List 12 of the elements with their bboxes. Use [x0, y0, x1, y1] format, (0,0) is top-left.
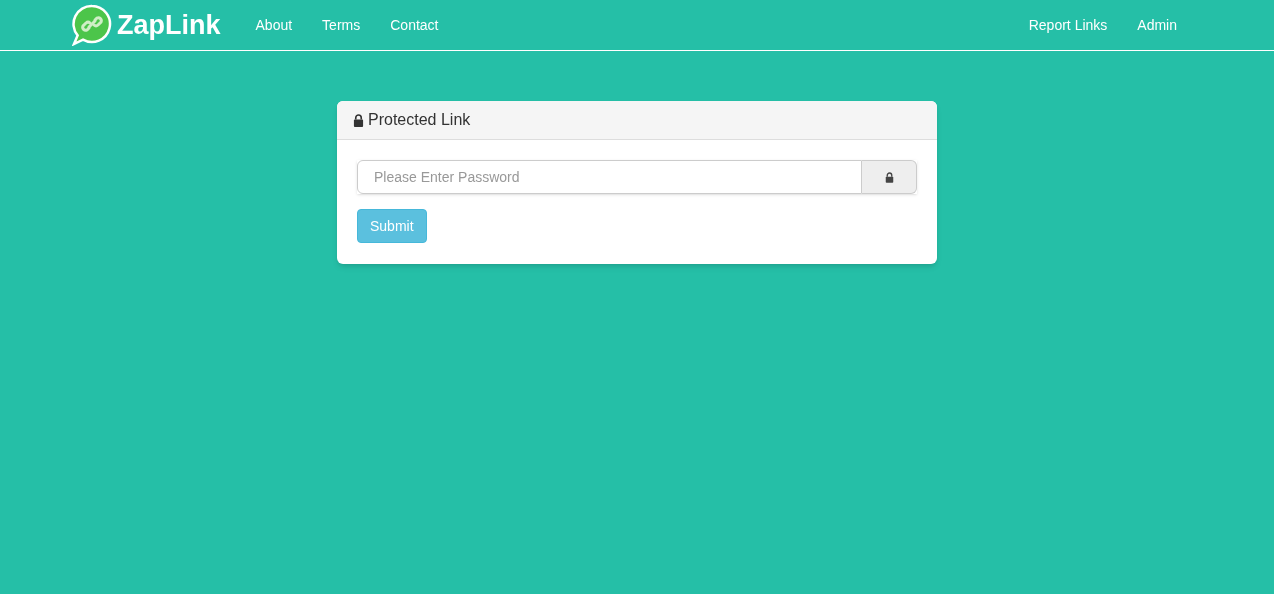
- panel-title: Protected Link: [368, 110, 471, 130]
- lock-icon: [884, 171, 894, 183]
- nav-link[interactable]: About: [240, 14, 308, 36]
- nav-link[interactable]: Admin: [1122, 14, 1192, 36]
- lock-icon: [353, 113, 364, 127]
- password-field[interactable]: Please Enter Password: [357, 160, 862, 194]
- submit-button[interactable]: Submit: [357, 209, 427, 243]
- nav-link[interactable]: Report Links: [1013, 14, 1123, 36]
- logo-icon: [72, 4, 112, 46]
- brand-link[interactable]: ZapLink: [117, 4, 221, 46]
- nav-link[interactable]: Terms: [307, 14, 376, 36]
- nav-link[interactable]: Contact: [375, 14, 454, 36]
